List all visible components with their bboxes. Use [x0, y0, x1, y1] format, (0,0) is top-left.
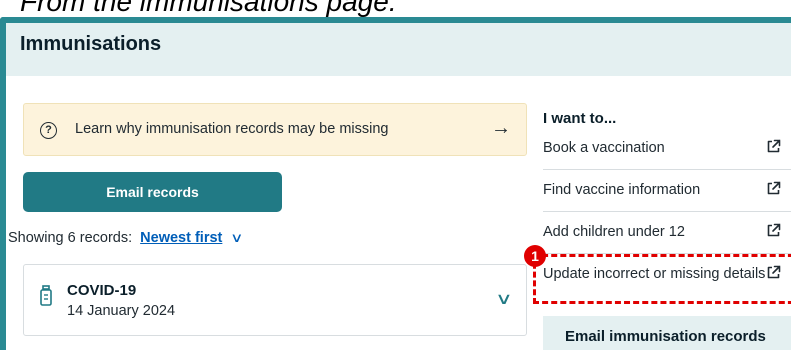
external-link-icon: [767, 223, 781, 237]
chevron-down-icon[interactable]: ∨: [495, 289, 513, 309]
missing-records-callout[interactable]: ? Learn why immunisation records may be …: [23, 103, 527, 156]
record-card-covid[interactable]: COVID-19 14 January 2024 ∨: [23, 264, 527, 336]
sort-order-link[interactable]: Newest first: [140, 230, 222, 246]
sidebar-item-add-children[interactable]: Add children under 12: [543, 212, 791, 254]
page-header: Immunisations: [6, 23, 791, 76]
annotation-badge: 1: [524, 245, 546, 267]
external-link-icon: [767, 181, 781, 195]
page-title: Immunisations: [20, 33, 162, 55]
highlight-box: [533, 254, 791, 304]
vial-icon: [40, 285, 52, 306]
email-records-panel: Email immunisation records: [543, 316, 791, 350]
sidebar-item-vaccine-info[interactable]: Find vaccine information: [543, 170, 791, 212]
sidebar-item-label: Add children under 12: [543, 224, 685, 240]
sidebar-item-label: Find vaccine information: [543, 182, 701, 198]
callout-text: Learn why immunisation records may be mi…: [75, 121, 389, 137]
screenshot-caption: From the immunisations page:: [20, 0, 397, 17]
records-count-text: Showing 6 records:: [8, 230, 133, 246]
sidebar-item-book-vaccination[interactable]: Book a vaccination: [543, 128, 791, 170]
sidebar-item-label: Book a vaccination: [543, 140, 665, 156]
email-records-button[interactable]: Email records: [23, 172, 282, 212]
sidebar-title: I want to...: [543, 110, 617, 127]
record-name: COVID-19: [67, 282, 137, 299]
record-date: 14 January 2024: [67, 303, 176, 319]
panel-title: Email immunisation records: [565, 328, 766, 345]
question-circle-icon: ?: [40, 122, 57, 139]
chevron-down-icon[interactable]: ∨: [230, 230, 243, 246]
arrow-right-icon: →: [491, 117, 511, 139]
external-link-icon: [767, 139, 781, 153]
sort-control: Showing 6 records: Newest first ∨: [8, 230, 244, 246]
